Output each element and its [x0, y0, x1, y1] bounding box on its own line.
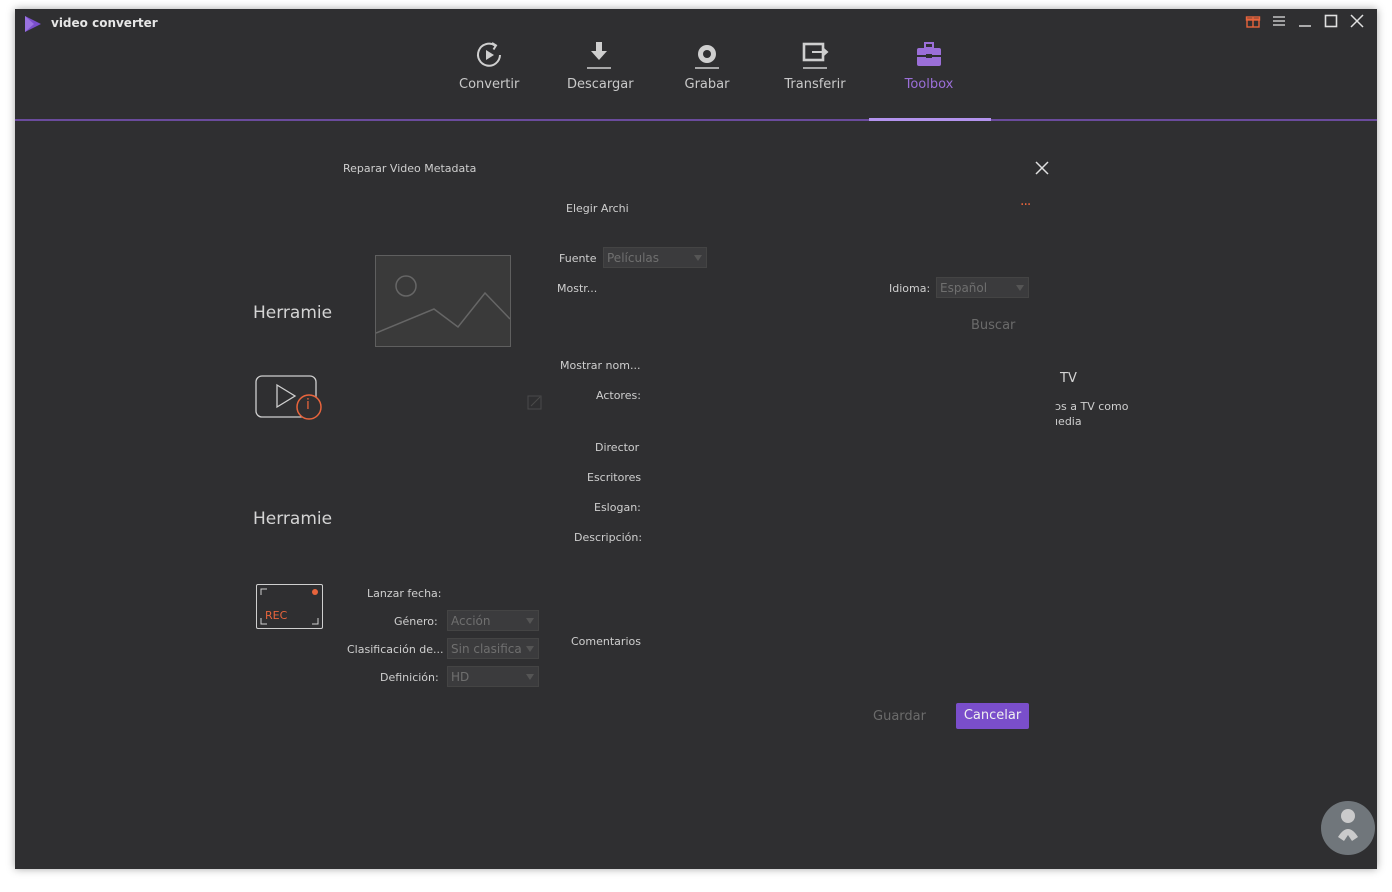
tab-toolbox[interactable]: Toolbox [901, 39, 957, 92]
source-value: Películas [607, 251, 660, 265]
active-tab-indicator [869, 118, 991, 121]
definition-value: HD [451, 670, 470, 684]
chevron-down-icon [526, 674, 534, 680]
tool-title-2: Herramie [253, 509, 333, 529]
nav-divider [15, 119, 1377, 121]
show-name-label: Mostrar nom... [560, 359, 641, 372]
slogan-label: Eslogan: [594, 501, 641, 514]
description-label: Descripción: [574, 531, 643, 544]
tab-descargar[interactable]: Descargar [567, 39, 634, 92]
app-window: video converter Convertir Descargar Grab… [15, 9, 1377, 869]
toolbox-icon [917, 42, 941, 66]
chevron-down-icon [1016, 285, 1024, 291]
cancel-button[interactable]: Cancelar [956, 703, 1029, 729]
tab-transferir[interactable]: Transferir [783, 39, 847, 92]
rating-value: Sin clasifica [451, 642, 522, 656]
video-metadata-tool-icon[interactable]: i [255, 375, 325, 421]
close-dialog-icon[interactable] [1034, 160, 1050, 176]
release-date-label: Lanzar fecha: [367, 587, 442, 600]
save-button[interactable]: Guardar [873, 709, 926, 724]
genre-select[interactable]: Acción [447, 610, 539, 631]
dialog-title: Reparar Video Metadata [343, 162, 477, 175]
help-icon [1321, 801, 1375, 855]
choose-file-label: Elegir Archi [566, 202, 629, 215]
rec-badge: REC [265, 609, 288, 622]
tv-desc-line2: ıedia [1055, 415, 1082, 428]
transfer-icon [802, 42, 829, 69]
edit-poster-icon[interactable] [527, 394, 543, 410]
tv-desc-line1: ɔs a TV como [1055, 400, 1129, 413]
definition-select[interactable]: HD [447, 666, 539, 687]
director-label: Director [595, 441, 640, 454]
browse-more-button[interactable]: ··· [1020, 197, 1031, 213]
rating-label: Clasificación de... [347, 643, 444, 656]
download-icon [587, 42, 611, 69]
rating-select[interactable]: Sin clasifica [447, 638, 539, 659]
source-label: Fuente [559, 252, 597, 265]
language-value: Español [940, 281, 988, 295]
screen-recorder-tool-icon[interactable]: REC [256, 584, 323, 629]
definition-label: Definición: [380, 671, 439, 684]
main-nav: Convertir Descargar Grabar Transferir To… [15, 9, 1377, 121]
tool-title-1: Herramie [253, 303, 333, 323]
actors-label: Actores: [596, 389, 641, 402]
writers-label: Escritores [587, 471, 642, 484]
search-button[interactable]: Buscar [971, 318, 1015, 333]
tab-label-descargar: Descargar [567, 77, 634, 92]
convert-icon [477, 42, 501, 67]
tab-label-toolbox: Toolbox [904, 77, 954, 92]
tab-label-convertir: Convertir [459, 77, 520, 92]
source-select[interactable]: Películas [603, 247, 707, 268]
language-select[interactable]: Español [936, 277, 1029, 298]
genre-value: Acción [451, 614, 491, 628]
comments-label: Comentarios [571, 635, 641, 648]
info-badge: i [306, 397, 310, 413]
image-placeholder-icon [375, 275, 511, 334]
tab-grabar[interactable]: Grabar [683, 39, 731, 92]
tab-label-transferir: Transferir [784, 77, 846, 92]
chevron-down-icon [526, 618, 534, 624]
genre-label: Género: [394, 615, 438, 628]
language-label: Idioma: [889, 282, 931, 295]
tv-title: TV [1060, 371, 1077, 386]
show-label: Mostr... [557, 282, 598, 295]
chevron-down-icon [526, 646, 534, 652]
tab-label-grabar: Grabar [684, 77, 730, 92]
tab-convertir[interactable]: Convertir [459, 39, 519, 92]
chevron-down-icon [694, 255, 702, 261]
poster-thumbnail [375, 255, 511, 347]
record-icon [695, 45, 719, 69]
